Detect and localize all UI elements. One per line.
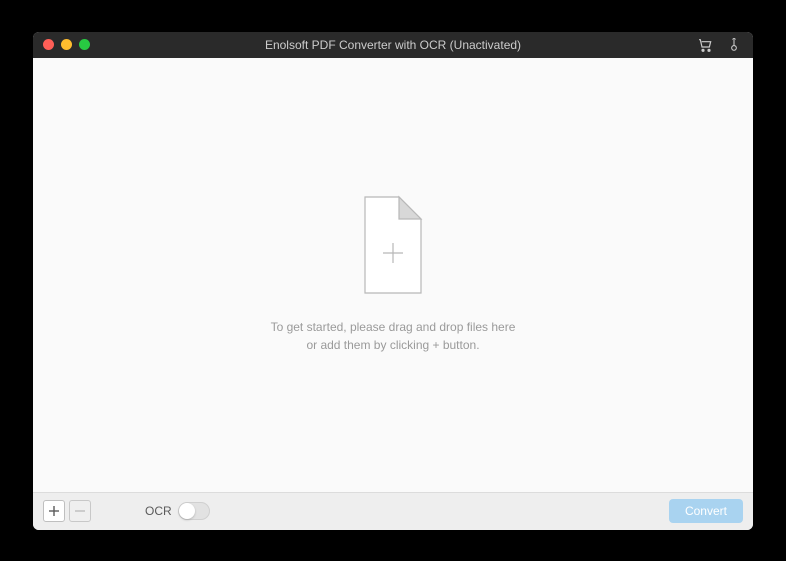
minimize-button[interactable]: [61, 39, 72, 50]
app-window: Enolsoft PDF Converter with OCR (Unactiv…: [33, 32, 753, 530]
empty-line-1: To get started, please drag and drop fil…: [271, 318, 516, 336]
empty-line-2: or add them by clicking + button.: [271, 336, 516, 354]
window-title: Enolsoft PDF Converter with OCR (Unactiv…: [33, 38, 753, 52]
titlebar-actions: [697, 37, 753, 53]
close-button[interactable]: [43, 39, 54, 50]
add-file-button[interactable]: [43, 500, 65, 522]
maximize-button[interactable]: [79, 39, 90, 50]
ocr-toggle[interactable]: [178, 502, 210, 520]
cart-icon[interactable]: [697, 37, 713, 53]
footer-toolbar: OCR Convert: [33, 492, 753, 530]
window-controls: [33, 39, 90, 50]
file-placeholder-icon: [348, 195, 438, 300]
ocr-label: OCR: [145, 504, 172, 518]
titlebar: Enolsoft PDF Converter with OCR (Unactiv…: [33, 32, 753, 58]
ocr-toggle-knob: [179, 503, 195, 519]
drop-area[interactable]: To get started, please drag and drop fil…: [33, 58, 753, 492]
empty-state-text: To get started, please drag and drop fil…: [271, 318, 516, 354]
remove-file-button[interactable]: [69, 500, 91, 522]
convert-button[interactable]: Convert: [669, 499, 743, 523]
thermometer-icon[interactable]: [727, 37, 741, 53]
